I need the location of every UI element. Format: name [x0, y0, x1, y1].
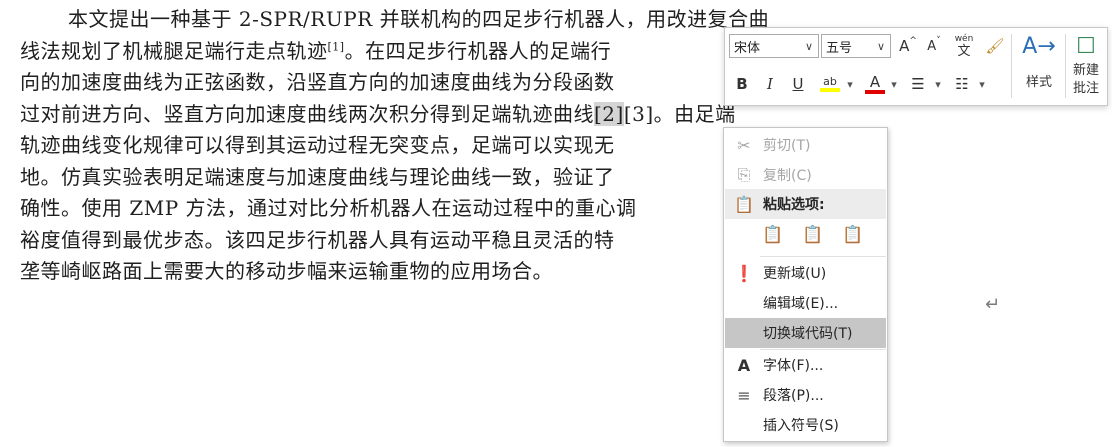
chevron-down-icon[interactable]: ▾	[888, 72, 900, 96]
paste-text-only-icon[interactable]: 📋	[840, 222, 866, 248]
font-color-button[interactable]: A	[863, 72, 887, 96]
menu-item-update-field[interactable]: ❗ 更新域(U)	[725, 258, 886, 288]
menu-item-label: 剪切(T)	[763, 138, 811, 154]
new-comment-label: 批注	[1072, 81, 1099, 96]
chevron-down-icon: ∨	[804, 39, 814, 53]
numbered-list-icon: ☷	[955, 75, 969, 93]
phonetic-guide-icon-char: 文	[957, 43, 971, 59]
styles-icon: A→	[1022, 34, 1056, 59]
update-field-icon: ❗	[734, 263, 754, 283]
paste-keep-formatting-icon[interactable]: 📋	[760, 222, 786, 248]
highlight-color-swatch	[820, 88, 840, 92]
chevron-down-icon[interactable]: ▾	[844, 72, 856, 96]
menu-item-copy[interactable]: ⎘ 复制(C)	[725, 160, 886, 190]
menu-item-label: 粘贴选项:	[763, 197, 825, 213]
menu-header-paste-options: 📋 粘贴选项:	[725, 189, 886, 219]
copy-icon: ⎘	[737, 165, 751, 184]
phonetic-guide-icon: wén	[954, 33, 974, 44]
italic-button[interactable]: I	[759, 72, 781, 96]
underline-button[interactable]: U	[787, 72, 809, 96]
chevron-down-icon[interactable]: ▾	[976, 72, 988, 96]
menu-item-insert-symbol[interactable]: 插入符号(S)	[725, 410, 886, 440]
paste-merge-formatting-icon[interactable]: 📋	[800, 222, 826, 248]
menu-item-font[interactable]: A 字体(F)...	[725, 350, 886, 380]
shrink-font-icon: A	[927, 38, 937, 54]
toolbar-separator	[1011, 34, 1012, 98]
bullet-list-icon: ☰	[911, 75, 925, 93]
context-menu: ✂ 剪切(T) ⎘ 复制(C) 📋 粘贴选项: 📋 📋 📋 ❗ 更新域(U) 编…	[723, 127, 888, 442]
new-comment-label: 新建	[1072, 63, 1099, 78]
font-name-value: 宋体	[734, 40, 761, 56]
new-comment-icon: ☐	[1076, 34, 1096, 59]
menu-item-paragraph[interactable]: ≡ 段落(P)...	[725, 380, 886, 410]
doc-text: 。在四足步行机器人的足端行	[344, 38, 612, 63]
bold-button[interactable]: B	[731, 72, 753, 96]
font-color-swatch	[865, 90, 885, 94]
menu-item-cut[interactable]: ✂ 剪切(T)	[725, 130, 886, 160]
menu-separator	[760, 256, 886, 257]
chevron-down-icon[interactable]: ▾	[932, 72, 944, 96]
phonetic-guide-button[interactable]: wén 文	[951, 32, 977, 60]
menu-item-label: 更新域(U)	[763, 266, 827, 282]
paragraph-icon: ≡	[737, 385, 751, 405]
citation-field-2[interactable]: [2]	[594, 101, 624, 126]
doc-text: [3]。由足端	[623, 101, 736, 126]
menu-item-label: 切换域代码(T)	[763, 326, 853, 342]
grow-font-icon: A	[899, 37, 910, 55]
grow-font-button[interactable]: A ^	[897, 34, 919, 58]
menu-item-toggle-field-codes[interactable]: 切换域代码(T)	[725, 318, 886, 348]
font-color-icon: A	[869, 73, 881, 91]
chevron-down-icon: ∨	[876, 39, 886, 53]
menu-item-label: 编辑域(E)...	[763, 296, 839, 312]
menu-item-label: 复制(C)	[763, 168, 812, 184]
paintbrush-icon: 🖌	[985, 37, 1005, 55]
styles-label: 样式	[1025, 75, 1052, 90]
new-comment-button[interactable]: ☐ 新建 批注	[1067, 32, 1105, 98]
font-size-value: 五号	[826, 40, 853, 56]
paragraph-mark-icon: ↵	[985, 294, 1001, 315]
bullets-button[interactable]: ☰	[905, 72, 931, 96]
highlight-button[interactable]: ab	[817, 72, 843, 96]
font-size-combo[interactable]: 五号 ∨	[821, 34, 891, 58]
mini-toolbar: 宋体 ∨ 五号 ∨ A ^ A ˅ wén 文 🖌 B I U ab ▾ A ▾ ☰…	[724, 27, 1108, 106]
doc-text: 过对前进方向、竖直方向加速度曲线两次积分得到足端轨迹曲线	[20, 101, 594, 126]
toolbar-separator	[1065, 34, 1066, 98]
doc-text: 线法规划了机械腿足端行走点轨迹	[20, 38, 328, 63]
menu-item-label: 插入符号(S)	[763, 418, 839, 434]
citation-1[interactable]: [1]	[328, 40, 345, 53]
styles-button[interactable]: A→ 样式	[1017, 32, 1061, 92]
paste-options-row: 📋 📋 📋	[760, 222, 866, 248]
clipboard-icon: 📋	[734, 194, 754, 214]
menu-item-label: 字体(F)...	[763, 358, 824, 374]
highlighter-icon: ab	[823, 75, 837, 88]
font-icon: A	[737, 355, 751, 375]
format-painter-button[interactable]: 🖌	[983, 34, 1007, 58]
numbering-button[interactable]: ☷	[949, 72, 975, 96]
shrink-font-button[interactable]: A ˅	[923, 34, 945, 58]
scissors-icon: ✂	[737, 135, 751, 155]
font-name-combo[interactable]: 宋体 ∨	[729, 34, 819, 58]
menu-item-edit-field[interactable]: 编辑域(E)...	[725, 288, 886, 318]
menu-item-label: 段落(P)...	[763, 388, 824, 404]
